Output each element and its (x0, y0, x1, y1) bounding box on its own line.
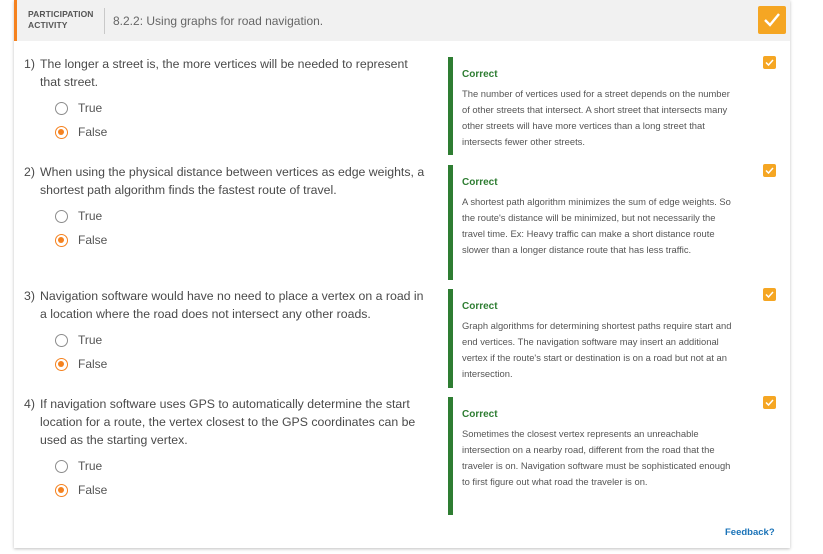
radio-button[interactable] (55, 334, 68, 347)
check-icon (764, 13, 780, 27)
feedback-panel-1: Correct The number of vertices used for … (448, 57, 738, 155)
feedback-title: Correct (462, 69, 498, 80)
choice-false[interactable]: False (55, 352, 429, 376)
choice-label: False (78, 483, 108, 497)
choice-label: False (78, 357, 108, 371)
feedback-explanation: A shortest path algorithm minimizes the … (462, 196, 731, 255)
choice-label: True (78, 333, 103, 347)
choice-label: False (78, 125, 108, 139)
choice-label: True (78, 209, 103, 223)
question-text: 1) The longer a street is, the more verti… (24, 57, 408, 89)
question-4-complete-badge (763, 396, 776, 409)
activity-complete-badge (758, 6, 786, 34)
choice-label: False (78, 233, 108, 247)
check-icon (765, 399, 774, 406)
radio-button[interactable] (55, 460, 68, 473)
question-2-complete-badge (763, 164, 776, 177)
feedback-panel-3: Correct Graph algorithms for determining… (448, 289, 738, 388)
check-icon (765, 167, 774, 174)
choice-false[interactable]: False (55, 478, 429, 502)
radio-button-selected[interactable] (55, 484, 68, 497)
choice-true[interactable]: True (55, 454, 429, 478)
activity-title: 8.2.2: Using graphs for road navigation. (113, 14, 324, 28)
question-text: 3) Navigation software would have no need… (24, 289, 424, 321)
feedback-title: Correct (462, 409, 498, 420)
question-4: 4) If navigation software uses GPS to aut… (24, 395, 429, 502)
header-divider (104, 8, 105, 34)
choice-true[interactable]: True (55, 328, 429, 352)
choice-true[interactable]: True (55, 204, 429, 228)
feedback-explanation: The number of vertices used for a street… (462, 88, 730, 147)
choice-false[interactable]: False (55, 120, 429, 144)
check-icon (765, 59, 774, 66)
question-2: 2) When using the physical distance betwe… (24, 163, 429, 252)
check-icon (765, 291, 774, 298)
feedback-panel-2: Correct A shortest path algorithm minimi… (448, 165, 738, 280)
feedback-explanation: Sometimes the closest vertex represents … (462, 428, 731, 487)
participation-activity-card: PARTICIPATION ACTIVITY 8.2.2: Using grap… (14, 0, 790, 548)
feedback-title: Correct (462, 301, 498, 312)
radio-button-selected[interactable] (55, 234, 68, 247)
choice-false[interactable]: False (55, 228, 429, 252)
question-1-complete-badge (763, 56, 776, 69)
feedback-panel-4: Correct Sometimes the closest vertex rep… (448, 397, 738, 515)
question-3: 3) Navigation software would have no need… (24, 287, 429, 376)
feedback-explanation: Graph algorithms for determining shortes… (462, 320, 732, 379)
question-text: 2) When using the physical distance betwe… (24, 165, 425, 197)
choice-true[interactable]: True (55, 96, 429, 120)
question-3-complete-badge (763, 288, 776, 301)
radio-button-selected[interactable] (55, 126, 68, 139)
question-1: 1) The longer a street is, the more verti… (24, 55, 429, 144)
choice-label: True (78, 101, 103, 115)
activity-header: PARTICIPATION ACTIVITY 8.2.2: Using grap… (14, 0, 790, 41)
radio-button[interactable] (55, 210, 68, 223)
feedback-link[interactable]: Feedback? (725, 527, 775, 538)
radio-button[interactable] (55, 102, 68, 115)
feedback-title: Correct (462, 177, 498, 188)
choice-label: True (78, 459, 103, 473)
question-text: 4) If navigation software uses GPS to aut… (24, 397, 416, 447)
activity-type-label: PARTICIPATION ACTIVITY (28, 9, 94, 30)
radio-button-selected[interactable] (55, 358, 68, 371)
